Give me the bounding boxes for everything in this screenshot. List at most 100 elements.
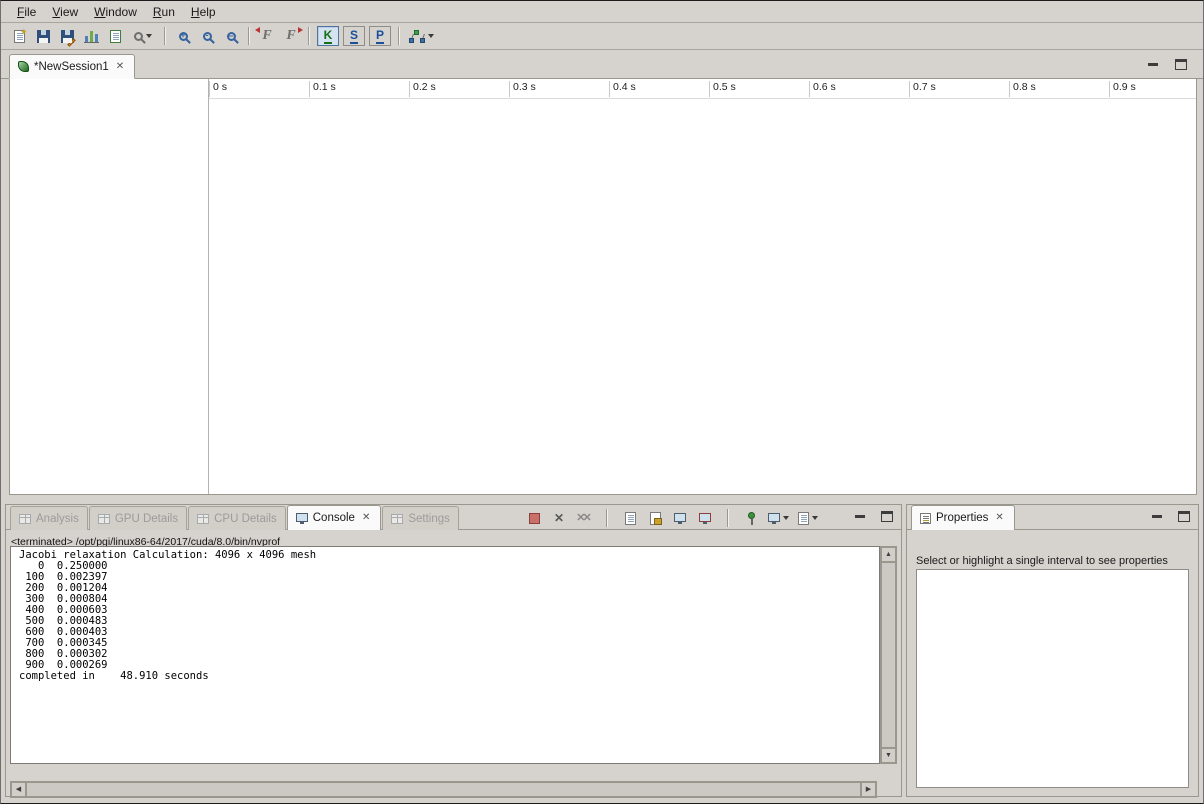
menu-file[interactable]: File (9, 2, 44, 22)
console-tab-icon (296, 513, 308, 522)
export-button[interactable] (103, 25, 127, 47)
console-toolbar-separator (606, 509, 608, 527)
scrollbar-thumb[interactable] (881, 562, 896, 748)
timeline-name-column (10, 79, 209, 494)
console-line: 400 0.000603 (19, 605, 879, 616)
show-stdout-icon (674, 513, 686, 522)
stream-toggle-button[interactable]: S (343, 26, 365, 46)
menu-run[interactable]: Run (145, 2, 183, 22)
minimize-console-view-button[interactable] (854, 511, 867, 522)
scrollbar-thumb[interactable] (26, 782, 861, 797)
tab-settings[interactable]: Settings (382, 506, 459, 530)
chart-view-button[interactable] (79, 25, 103, 47)
console-line: completed in 48.910 seconds (19, 671, 879, 682)
remove-launch-button[interactable]: ✕ (551, 509, 567, 527)
scroll-left-arrow[interactable]: ◀ (11, 782, 26, 797)
clear-console-icon (625, 512, 636, 525)
console-line: 300 0.000804 (19, 594, 879, 605)
kernel-toggle-button[interactable]: K (317, 26, 339, 46)
process-toggle-icon: P (376, 29, 384, 44)
timeline-canvas[interactable] (209, 99, 1196, 494)
main-toolbar: ✦ + - = F F (1, 23, 1203, 50)
maximize-properties-view-button[interactable] (1178, 511, 1190, 522)
open-console-icon (798, 512, 809, 525)
new-session-button[interactable]: ✦ (7, 25, 31, 47)
zoom-menu-button[interactable] (127, 25, 159, 47)
console-line: 700 0.000345 (19, 638, 879, 649)
tab-cpu-details[interactable]: CPU Details (188, 506, 286, 530)
tab-properties-label: Properties (936, 512, 988, 524)
zoom-fit-button[interactable]: = (219, 25, 243, 47)
tab-console[interactable]: Console ✕ (287, 505, 382, 530)
tab-gpu-details-label: GPU Details (115, 513, 178, 525)
dropdown-arrow-icon (146, 34, 152, 38)
properties-content (916, 569, 1189, 788)
maximize-editor-button[interactable] (1175, 59, 1187, 70)
toolbar-separator (164, 27, 166, 45)
ruler-tick: 0.4 s (609, 81, 636, 97)
tab-gpu-details[interactable]: GPU Details (89, 506, 187, 530)
show-stderr-button[interactable] (697, 509, 713, 527)
ruler-tick: 0.2 s (409, 81, 436, 97)
new-session-icon: ✦ (14, 30, 25, 43)
zoom-out-sign: - (206, 31, 209, 40)
close-icon[interactable]: ✕ (993, 512, 1005, 524)
ruler-tick: 0 s (209, 81, 227, 97)
prev-flag-icon: F (262, 29, 271, 43)
clear-console-button[interactable] (622, 509, 638, 527)
tab-cpu-details-label: CPU Details (214, 513, 277, 525)
console-line: 800 0.000302 (19, 649, 879, 660)
menu-bar: File View Window Run Help (1, 1, 1203, 23)
console-vertical-scrollbar[interactable]: ▲ ▼ (880, 546, 897, 764)
terminate-icon (529, 513, 540, 524)
close-icon[interactable]: ✕ (114, 61, 126, 73)
console-line: 200 0.001204 (19, 583, 879, 594)
menu-window[interactable]: Window (86, 2, 145, 22)
process-toggle-button[interactable]: P (369, 26, 391, 46)
menu-view[interactable]: View (44, 2, 86, 22)
remove-all-launches-button[interactable]: ✕✕ (576, 509, 592, 527)
save-as-icon (61, 30, 74, 43)
console-horizontal-scrollbar[interactable]: ◀ ▶ (10, 781, 877, 798)
dropdown-arrow-icon (783, 516, 789, 520)
console-output[interactable]: Jacobi relaxation Calculation: 4096 x 40… (10, 546, 880, 764)
analysis-menu-button[interactable] (405, 25, 437, 47)
session-tab[interactable]: *NewSession1 ✕ (9, 54, 135, 79)
zoom-in-sign: + (180, 31, 185, 40)
scroll-right-arrow[interactable]: ▶ (861, 782, 876, 797)
zoom-out-button[interactable]: - (195, 25, 219, 47)
console-toolbar-separator (727, 509, 729, 527)
console-line: 100 0.002397 (19, 572, 879, 583)
save-as-button[interactable] (55, 25, 79, 47)
save-button[interactable] (31, 25, 55, 47)
tab-analysis[interactable]: Analysis (10, 506, 88, 530)
next-flag-button[interactable]: F (279, 25, 303, 47)
toolbar-separator (308, 27, 310, 45)
toolbar-separator (248, 27, 250, 45)
scroll-down-arrow[interactable]: ▼ (881, 748, 896, 763)
tab-properties[interactable]: Properties ✕ (911, 505, 1015, 530)
maximize-console-view-button[interactable] (881, 511, 893, 522)
scroll-lock-button[interactable] (647, 509, 663, 527)
open-console-dropdown[interactable] (798, 509, 818, 527)
minimize-editor-button[interactable] (1147, 59, 1160, 70)
session-tab-label: *NewSession1 (34, 61, 109, 73)
settings-tab-icon (391, 514, 403, 524)
console-line: Jacobi relaxation Calculation: 4096 x 40… (19, 550, 879, 561)
display-console-dropdown[interactable] (768, 509, 789, 527)
analysis-tab-icon (19, 514, 31, 524)
pin-console-button[interactable] (743, 509, 759, 527)
prev-flag-button[interactable]: F (255, 25, 279, 47)
zoom-in-button[interactable]: + (171, 25, 195, 47)
terminate-button[interactable] (526, 509, 542, 527)
show-stdout-button[interactable] (672, 509, 688, 527)
pencil-icon (67, 38, 75, 46)
properties-message: Select or highlight a single interval to… (916, 555, 1190, 567)
minimize-properties-view-button[interactable] (1151, 511, 1164, 522)
save-icon (37, 30, 50, 43)
menu-help[interactable]: Help (183, 2, 224, 22)
session-icon (18, 61, 29, 72)
close-icon[interactable]: ✕ (360, 512, 372, 524)
scroll-up-arrow[interactable]: ▲ (881, 547, 896, 562)
toolbar-separator (398, 27, 400, 45)
